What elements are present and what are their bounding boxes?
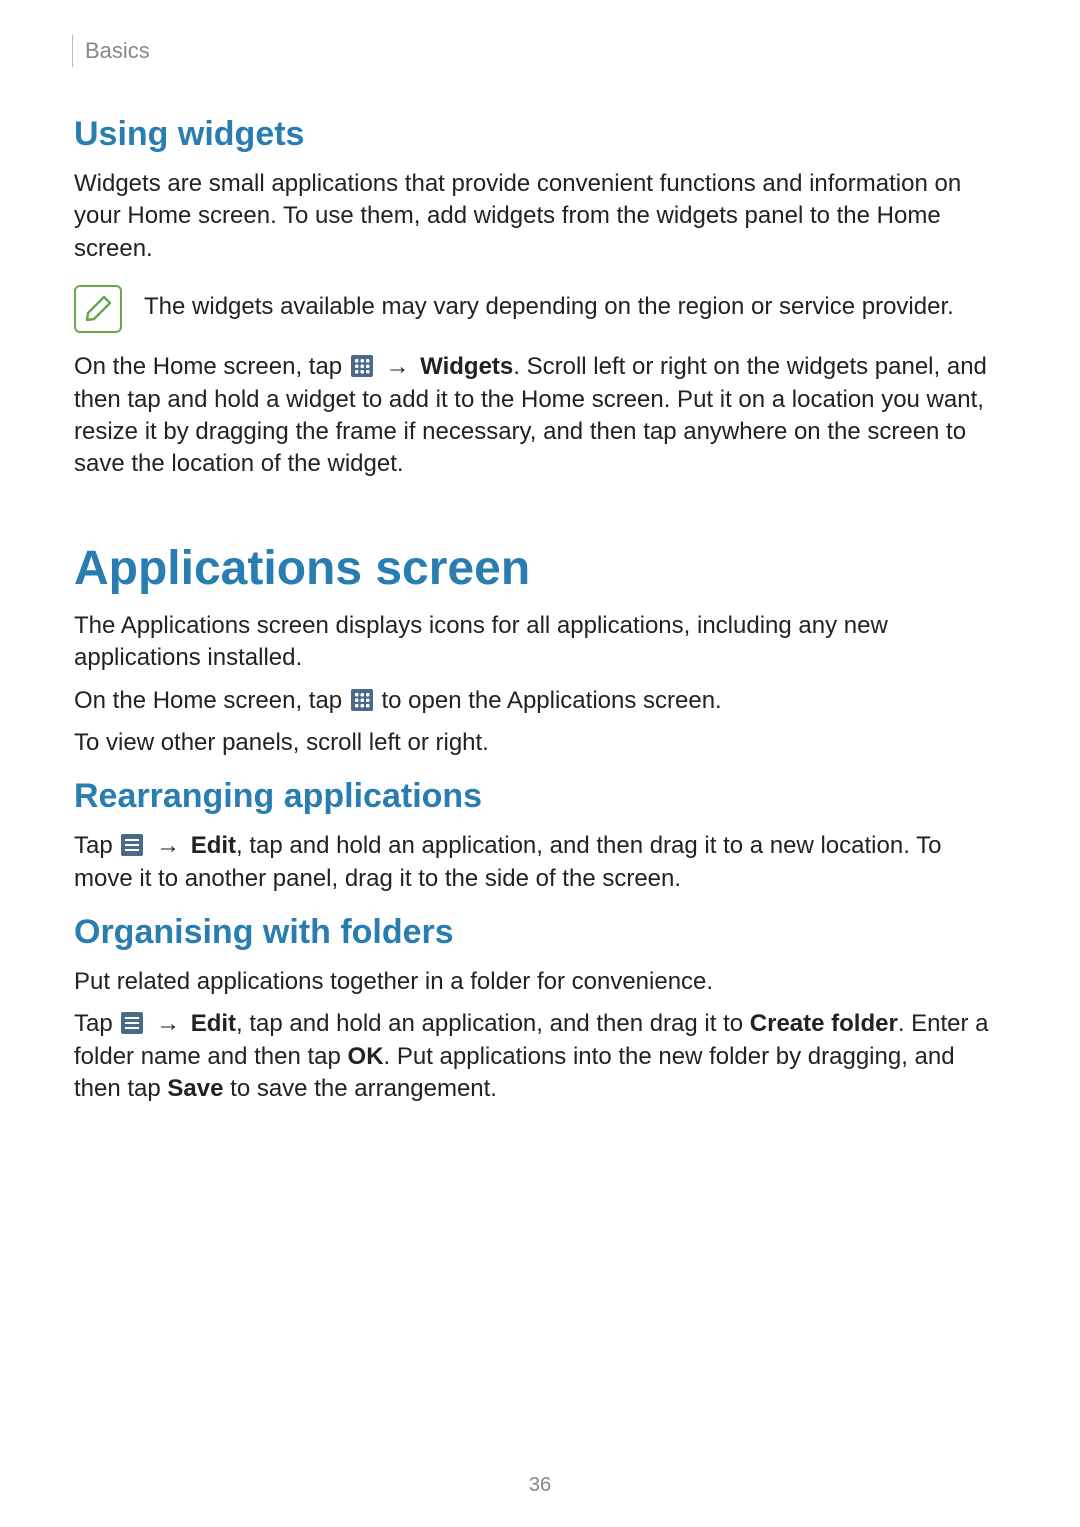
apps-grid-icon	[351, 689, 373, 711]
menu-list-icon	[121, 834, 143, 856]
heading-applications-screen: Applications screen	[74, 541, 1006, 596]
menu-list-icon	[121, 1012, 143, 1034]
apps-screen-p2-prefix: On the Home screen, tap	[74, 687, 349, 714]
organising-suffix: to save the arrangement.	[223, 1075, 497, 1102]
using-widgets-instructions: On the Home screen, tap → Widgets. Scrol…	[74, 351, 1006, 481]
instr-prefix: On the Home screen, tap	[74, 353, 349, 380]
arrow-icon: →	[385, 353, 409, 380]
edit-label: Edit	[191, 1010, 236, 1037]
apps-screen-p2-suffix: to open the Applications screen.	[375, 687, 722, 714]
rearranging-p: Tap → Edit, tap and hold an application,…	[74, 830, 1006, 895]
heading-rearranging: Rearranging applications	[74, 777, 1006, 816]
heading-organising: Organising with folders	[74, 913, 1006, 952]
rearranging-prefix: Tap	[74, 832, 119, 859]
save-label: Save	[167, 1075, 223, 1102]
page-number: 36	[0, 1474, 1080, 1497]
arrow-icon: →	[156, 832, 180, 859]
create-folder-label: Create folder	[750, 1010, 898, 1037]
widgets-label: Widgets	[420, 353, 513, 380]
heading-using-widgets: Using widgets	[74, 115, 1006, 154]
organising-prefix: Tap	[74, 1010, 119, 1037]
note-block: The widgets available may vary depending…	[74, 283, 1006, 333]
header-divider	[72, 35, 73, 67]
apps-grid-icon	[351, 355, 373, 377]
organising-p1: Put related applications together in a f…	[74, 966, 1006, 998]
note-text: The widgets available may vary depending…	[144, 283, 954, 323]
apps-screen-p3: To view other panels, scroll left or rig…	[74, 727, 1006, 759]
note-pencil-icon	[74, 285, 122, 333]
document-page: Basics Using widgets Widgets are small a…	[0, 0, 1080, 1156]
using-widgets-intro: Widgets are small applications that prov…	[74, 168, 1006, 265]
organising-mid1: , tap and hold an application, and then …	[236, 1010, 750, 1037]
section-label: Basics	[85, 38, 150, 64]
edit-label: Edit	[191, 832, 236, 859]
header-bar: Basics	[74, 35, 1006, 67]
ok-label: OK	[348, 1043, 384, 1070]
apps-screen-p2: On the Home screen, tap to open the Appl…	[74, 685, 1006, 717]
apps-screen-p1: The Applications screen displays icons f…	[74, 610, 1006, 675]
arrow-icon: →	[156, 1010, 180, 1037]
organising-p2: Tap → Edit, tap and hold an application,…	[74, 1008, 1006, 1105]
